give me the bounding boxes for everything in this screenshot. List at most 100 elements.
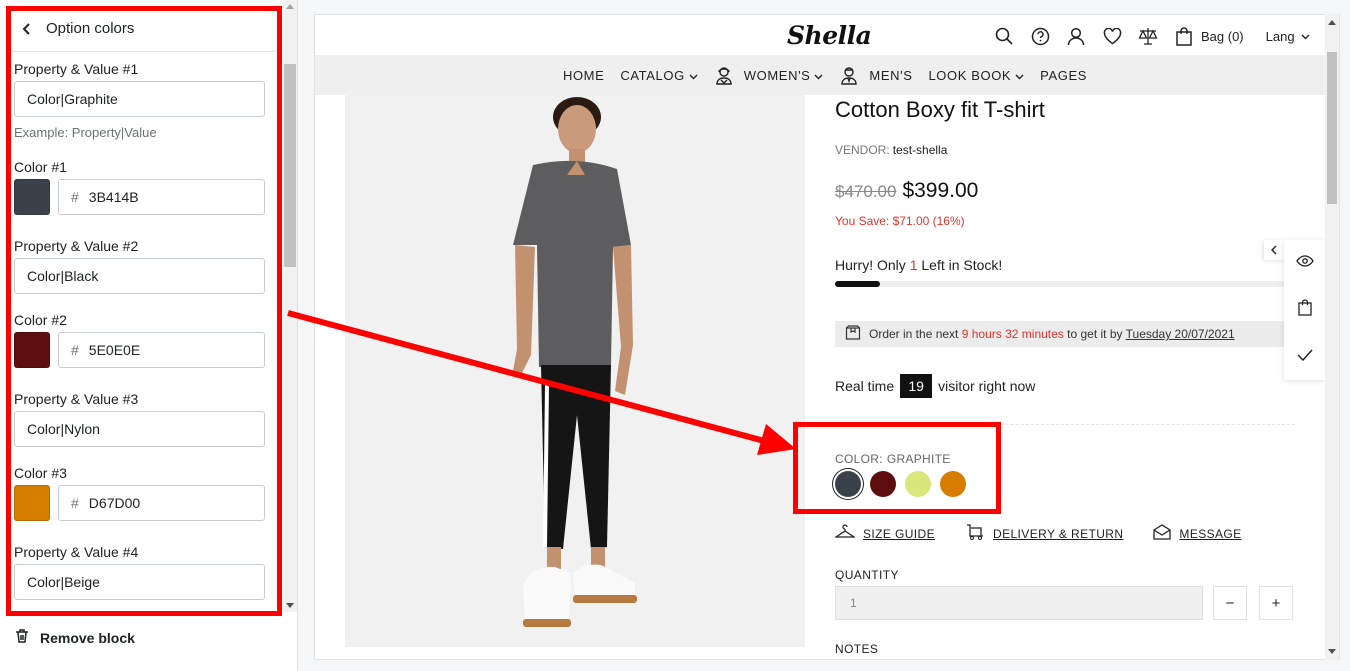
price-row: $470.00 $399.00 — [835, 179, 978, 203]
delivery-return-link[interactable]: DELIVERY & RETURN — [965, 524, 1123, 543]
swatch-graphite[interactable] — [835, 471, 861, 497]
quantity-increase-button[interactable]: + — [1259, 586, 1293, 620]
you-save-text: You Save: $71.00 (16%) — [835, 214, 965, 228]
scroll-up-icon[interactable] — [1328, 20, 1336, 25]
notes-label: NOTES — [835, 642, 879, 656]
property-value-input[interactable]: Color|Beige — [14, 564, 265, 600]
message-link[interactable]: MESSAGE — [1153, 524, 1241, 543]
stock-progress-fill — [835, 281, 880, 287]
nav-item-catalog[interactable]: CATALOG — [620, 68, 698, 83]
property-value-field: Property & Value #4 Color|Beige — [14, 543, 266, 600]
divider — [835, 424, 1295, 425]
color-swatch-picker[interactable] — [14, 485, 50, 521]
hanger-icon — [833, 524, 857, 543]
property-value-input[interactable]: Color|Black — [14, 258, 265, 294]
size-guide-link[interactable]: SIZE GUIDE — [833, 524, 935, 543]
chevron-down-icon — [1301, 27, 1310, 45]
panel-scrollbar[interactable] — [283, 0, 297, 612]
panel-title: Option colors — [46, 20, 135, 37]
store-logo[interactable]: Shella — [787, 21, 872, 50]
product-image[interactable] — [345, 95, 805, 647]
quantity-decrease-button[interactable]: − — [1213, 586, 1247, 620]
storefront-preview: Shella Bag (0) Lang HOME CATALOG WOMEN'S… — [314, 14, 1340, 660]
nav-item-pages[interactable]: PAGES — [1040, 68, 1087, 83]
quantity-label: QUANTITY — [835, 568, 899, 582]
main-navigation: HOME CATALOG WOMEN'S MEN'S LOOK BOOK PAG… — [315, 55, 1325, 95]
swatch-nylon[interactable] — [905, 471, 931, 497]
field-label: Color #2 — [14, 312, 67, 328]
account-icon[interactable] — [1065, 25, 1087, 47]
color-swatches — [835, 471, 966, 497]
bag-count[interactable]: Bag (0) — [1201, 29, 1244, 44]
eye-icon[interactable] — [1296, 254, 1314, 272]
scrollbar-thumb[interactable] — [284, 64, 296, 267]
compare-icon[interactable] — [1137, 25, 1159, 47]
search-icon[interactable] — [993, 25, 1015, 47]
panel-fields: Property & Value #1 Color|Graphite Examp… — [14, 52, 268, 612]
delivery-time: 9 hours 32 minutes — [961, 327, 1064, 341]
hex-input[interactable]: # D67D00 — [58, 485, 265, 521]
nav-item-mens[interactable]: MEN'S — [839, 65, 912, 85]
chevron-down-icon — [1015, 68, 1024, 83]
scrollbar-thumb[interactable] — [1327, 52, 1337, 204]
bag-icon[interactable] — [1173, 25, 1195, 47]
property-value-field: Property & Value #3 Color|Nylon — [14, 390, 266, 447]
help-text: Example: Property|Value — [14, 125, 157, 140]
side-tools-toggle[interactable] — [1264, 240, 1284, 260]
color-option-label: COLOR: GRAPHITE — [835, 452, 951, 466]
check-icon[interactable] — [1297, 348, 1313, 366]
field-label: Property & Value #3 — [14, 391, 139, 407]
man-avatar-icon — [839, 65, 859, 85]
nav-item-look-book[interactable]: LOOK BOOK — [928, 68, 1024, 83]
property-value-input[interactable]: Color|Graphite — [14, 81, 265, 117]
panel-header: Option colors — [10, 6, 278, 52]
stock-count: 1 — [909, 257, 918, 273]
field-label: Property & Value #4 — [14, 544, 139, 560]
header-icons: Bag (0) Lang — [993, 23, 1310, 49]
field-label: Property & Value #2 — [14, 238, 139, 254]
app-root: Option colors Property & Value #1 Color|… — [0, 0, 1350, 671]
truck-icon — [965, 524, 985, 543]
quantity-input[interactable]: 1 — [835, 586, 1203, 620]
scroll-down-icon[interactable] — [286, 603, 294, 608]
chevron-down-icon — [689, 68, 698, 83]
field-label: Color #3 — [14, 465, 67, 481]
trash-icon — [14, 628, 30, 647]
preview-scrollbar[interactable] — [1325, 14, 1339, 660]
scroll-up-icon[interactable] — [286, 4, 294, 9]
stock-progress-bar — [835, 281, 1285, 287]
product-title: Cotton Boxy fit T-shirt — [835, 97, 1045, 122]
woman-avatar-icon — [714, 65, 734, 85]
swatch-black[interactable] — [870, 471, 896, 497]
nav-item-home[interactable]: HOME — [563, 68, 604, 83]
lang-dropdown[interactable]: Lang — [1266, 27, 1310, 45]
color-field: Color #2 # 5E0E0E — [14, 311, 266, 368]
color-swatch-picker[interactable] — [14, 179, 50, 215]
stock-countdown: Hurry! Only 1 Left in Stock! — [835, 257, 1003, 273]
wishlist-icon[interactable] — [1101, 25, 1123, 47]
property-value-input[interactable]: Color|Nylon — [14, 411, 265, 447]
color-field: Color #1 # 3B414B — [14, 158, 266, 215]
swatch-beige[interactable] — [940, 471, 966, 497]
visitor-count: 19 — [900, 374, 933, 398]
hex-input[interactable]: # 5E0E0E — [58, 332, 265, 368]
selected-color-value: GRAPHITE — [886, 452, 951, 466]
product-links: SIZE GUIDE DELIVERY & RETURN MESSAGE — [833, 524, 1242, 543]
help-icon[interactable] — [1029, 25, 1051, 47]
property-value-field: Property & Value #1 Color|Graphite Examp… — [14, 60, 266, 140]
envelope-icon — [1153, 524, 1172, 543]
color-swatch-picker[interactable] — [14, 332, 50, 368]
nav-item-womens[interactable]: WOMEN'S — [714, 65, 824, 85]
field-label: Property & Value #1 — [14, 61, 139, 77]
sale-price: $399.00 — [902, 179, 979, 202]
color-field: Color #3 # D67D00 — [14, 464, 266, 521]
hex-input[interactable]: # 3B414B — [58, 179, 265, 215]
vendor-name[interactable]: test-shella — [893, 143, 948, 157]
delivery-date: Tuesday 20/07/2021 — [1125, 327, 1235, 341]
side-tools — [1284, 240, 1326, 380]
remove-block-button[interactable]: Remove block — [14, 628, 135, 647]
lang-label: Lang — [1265, 28, 1295, 44]
bag-icon[interactable] — [1298, 299, 1312, 321]
chevron-left-icon[interactable] — [12, 14, 42, 44]
scroll-down-icon[interactable] — [1328, 649, 1336, 654]
